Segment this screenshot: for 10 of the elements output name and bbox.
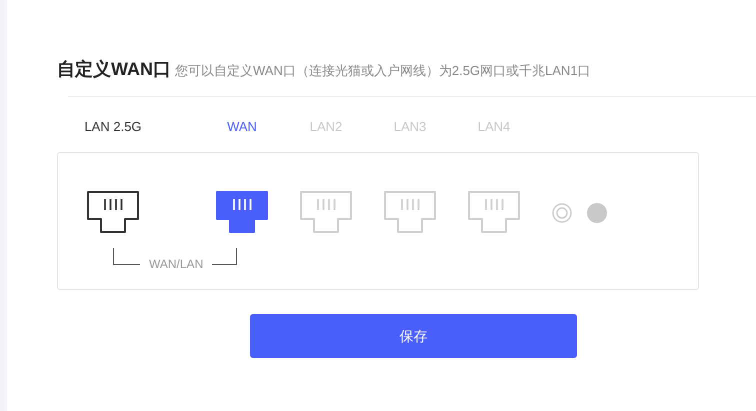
- save-button[interactable]: 保存: [250, 314, 577, 358]
- port-label: WAN: [227, 118, 257, 136]
- ring-icon: [552, 202, 572, 222]
- bracket-line: [212, 248, 238, 265]
- section-title: 自定义WAN口: [57, 58, 171, 81]
- bracket-label: WAN/LAN: [149, 258, 204, 270]
- dot-icon: [587, 202, 607, 222]
- section-description: 您可以自定义WAN口（连接光猫或入户网线）为2.5G网口或千兆LAN1口: [175, 62, 591, 80]
- bracket-line: [113, 248, 140, 265]
- port-label: LAN 2.5G: [84, 118, 142, 136]
